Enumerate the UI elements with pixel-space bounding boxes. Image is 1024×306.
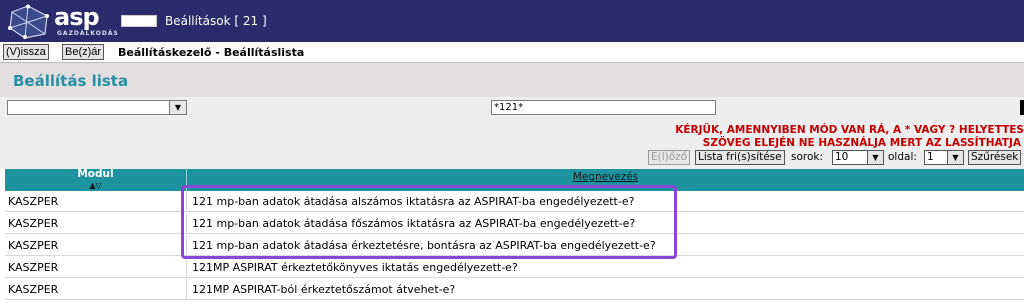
row-name: 121 mp-ban adatok átadása alszámos iktat… bbox=[192, 195, 635, 208]
row-name: 121 mp-ban adatok átadása főszámos iktat… bbox=[192, 217, 636, 230]
page-select[interactable]: 1 ▼ bbox=[924, 150, 964, 165]
column-divider bbox=[186, 191, 187, 211]
column-header-name-label: Megnevezés bbox=[572, 171, 639, 183]
previous-button[interactable]: E(l)őző bbox=[648, 150, 691, 165]
chevron-down-icon[interactable]: ▼ bbox=[169, 101, 186, 114]
logo-subtitle: GAZDÁLKODÁS bbox=[57, 30, 119, 37]
table-row[interactable]: KASZPER 121 mp-ban adatok átadása alszám… bbox=[5, 191, 1024, 212]
row-name: 121MP ASPIRAT érkeztetőkönyves iktatás e… bbox=[192, 261, 518, 274]
column-divider bbox=[186, 235, 187, 255]
title-swatch bbox=[121, 15, 157, 27]
table-row[interactable]: KASZPER 121MP ASPIRAT-ból érkeztetőszámo… bbox=[5, 279, 1024, 300]
close-button[interactable]: Be(z)ár bbox=[62, 44, 105, 60]
column-divider bbox=[186, 213, 187, 233]
logo-text: asp bbox=[54, 3, 100, 31]
table-row[interactable]: KASZPER 121 mp-ban adatok átadása érkezt… bbox=[5, 235, 1024, 256]
name-filter-input[interactable] bbox=[491, 100, 716, 115]
refresh-list-button[interactable]: Lista fri(s)sítése bbox=[695, 150, 785, 165]
table-row[interactable]: KASZPER 121MP ASPIRAT érkeztetőkönyves i… bbox=[5, 257, 1024, 278]
sort-arrows-icon[interactable]: ▲▽ bbox=[5, 180, 186, 191]
row-module: KASZPER bbox=[8, 217, 59, 230]
table-header: Modul ▲▽ Megnevezés bbox=[5, 169, 1024, 191]
row-module: KASZPER bbox=[8, 239, 59, 252]
column-header-module-label: Modul bbox=[77, 168, 114, 180]
title-bar: asp GAZDÁLKODÁS Beállítások [ 21 ] bbox=[0, 0, 1024, 42]
chevron-down-icon[interactable]: ▼ bbox=[867, 151, 883, 164]
scroll-stub bbox=[1020, 100, 1024, 115]
row-module: KASZPER bbox=[8, 261, 59, 274]
table-row[interactable]: KASZPER 121 mp-ban adatok átadása főszám… bbox=[5, 213, 1024, 234]
rows-label: sorok: bbox=[791, 151, 824, 163]
panel-header: Beállítás lista bbox=[0, 63, 1024, 98]
nav-bar: (V)issza Be(z)ár Beállításkezelő - Beáll… bbox=[0, 42, 1024, 63]
breadcrumb: Beállításkezelő - Beállításlista bbox=[118, 46, 305, 59]
warning-line-2: SZÖVEG ELEJÉN NE HASZNÁLJA MERT AZ LASSÍ… bbox=[702, 137, 1021, 149]
filter-row: ▼ bbox=[0, 97, 1024, 120]
logo-icon bbox=[8, 4, 49, 39]
row-name: 121MP ASPIRAT-ból érkeztetőszámot átvehe… bbox=[192, 283, 456, 296]
column-header-module[interactable]: Modul ▲▽ bbox=[5, 169, 187, 191]
rows-select[interactable]: 10 ▼ bbox=[832, 150, 884, 165]
module-filter-select[interactable]: ▼ bbox=[7, 100, 187, 115]
column-divider bbox=[186, 279, 187, 299]
page-value: 1 bbox=[927, 151, 934, 163]
rows-value: 10 bbox=[835, 151, 849, 163]
window-title: Beállítások [ 21 ] bbox=[165, 14, 267, 28]
row-module: KASZPER bbox=[8, 283, 59, 296]
column-divider bbox=[186, 257, 187, 277]
column-header-name[interactable]: Megnevezés bbox=[187, 169, 1024, 191]
page-title: Beállítás lista bbox=[13, 72, 129, 90]
row-name: 121 mp-ban adatok átadása érkeztetésre, … bbox=[192, 239, 656, 252]
chevron-down-icon[interactable]: ▼ bbox=[947, 151, 963, 164]
back-button[interactable]: (V)issza bbox=[3, 44, 49, 60]
row-module: KASZPER bbox=[8, 195, 59, 208]
warning-line-1: KÉRJÜK, AMENNYIBEN MÓD VAN RÁ, A * VAGY … bbox=[675, 124, 1024, 136]
page-label: oldal: bbox=[888, 151, 917, 163]
filters-button[interactable]: Szűrések bbox=[968, 150, 1022, 165]
